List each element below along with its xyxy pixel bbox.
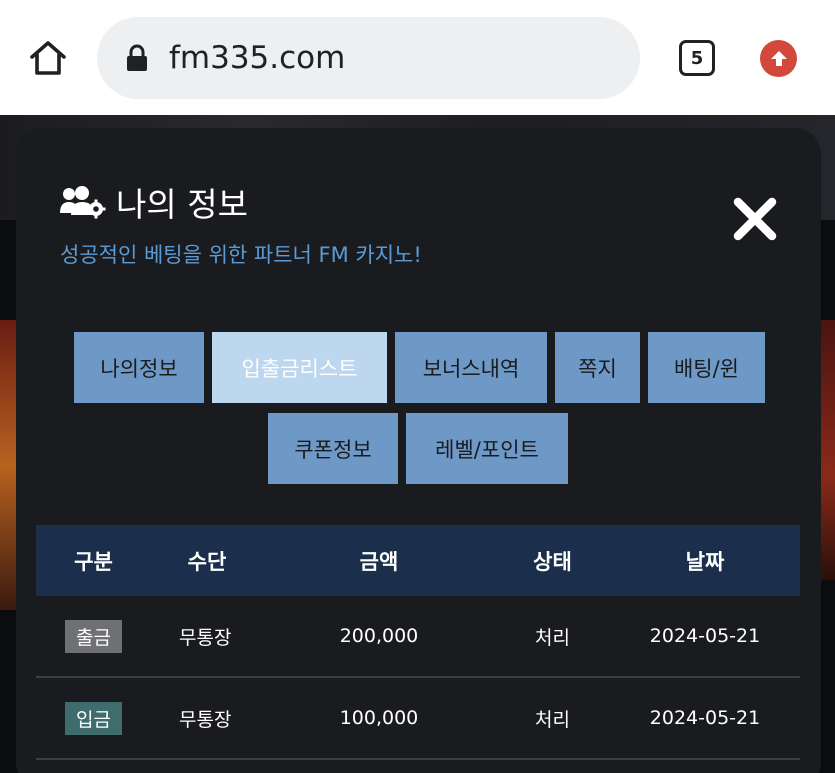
tab-my-info[interactable]: 나의정보 [74,332,204,403]
method-cell: 무통장 [179,708,232,731]
modal-title-text: 나의 정보 [116,185,248,224]
type-badge: 출금 [65,619,122,653]
tab-switcher-button[interactable]: 5 [679,40,715,76]
tab-deposit-withdrawal-list[interactable]: 입출금리스트 [212,332,387,403]
tabs-row-1: 나의정보 입출금리스트 보너스내역 쪽지 배팅/윈 [74,332,765,403]
tab-messages[interactable]: 쪽지 [555,332,640,403]
table-row: 출금 무통장 200,000 처리 2024-05-21 [36,596,800,678]
tab-betting-win[interactable]: 배팅/윈 [648,332,765,403]
update-arrow-icon [770,50,787,66]
type-badge: 입금 [65,701,122,735]
amount-cell: 100,000 [339,707,419,729]
url-text: fm335.com [169,40,346,76]
table-row: 입금 무통장 100,000 처리 2024-05-21 [36,678,800,760]
amount-cell: 200,000 [339,625,419,647]
users-gear-icon [60,186,106,219]
tab-bonus-history[interactable]: 보너스내역 [395,332,547,403]
header-date: 날짜 [685,549,725,574]
lock-icon [125,43,149,73]
browser-toolbar: fm335.com 5 [0,0,835,115]
date-cell: 2024-05-21 [649,625,761,647]
home-icon [30,41,66,75]
status-cell: 처리 [535,708,570,731]
modal-title: 나의 정보 [60,178,248,226]
close-button[interactable] [732,196,778,242]
close-icon [733,197,777,241]
my-info-modal: 나의 정보 성공적인 베팅을 위한 파트너 FM 카지노! 나의정보 입출금리스… [16,128,821,773]
home-button[interactable] [26,36,70,80]
tabs-row-2: 쿠폰정보 레벨/포인트 [268,413,568,484]
method-cell: 무통장 [179,626,232,649]
header-amount: 금액 [359,549,399,574]
status-cell: 처리 [535,626,570,649]
update-button[interactable] [760,40,797,77]
address-bar[interactable]: fm335.com [97,17,640,99]
header-type: 구분 [74,549,113,574]
tab-coupon-info[interactable]: 쿠폰정보 [268,413,398,484]
date-cell: 2024-05-21 [649,707,761,729]
modal-subtitle: 성공적인 베팅을 위한 파트너 FM 카지노! [60,243,422,267]
transaction-table: 구분 수단 금액 상태 날짜 출금 무통장 200,000 처리 2024-05… [36,525,800,760]
header-method: 수단 [187,549,227,574]
header-status: 상태 [533,549,572,574]
tab-level-points[interactable]: 레벨/포인트 [406,413,568,484]
table-header: 구분 수단 금액 상태 날짜 [36,525,800,596]
